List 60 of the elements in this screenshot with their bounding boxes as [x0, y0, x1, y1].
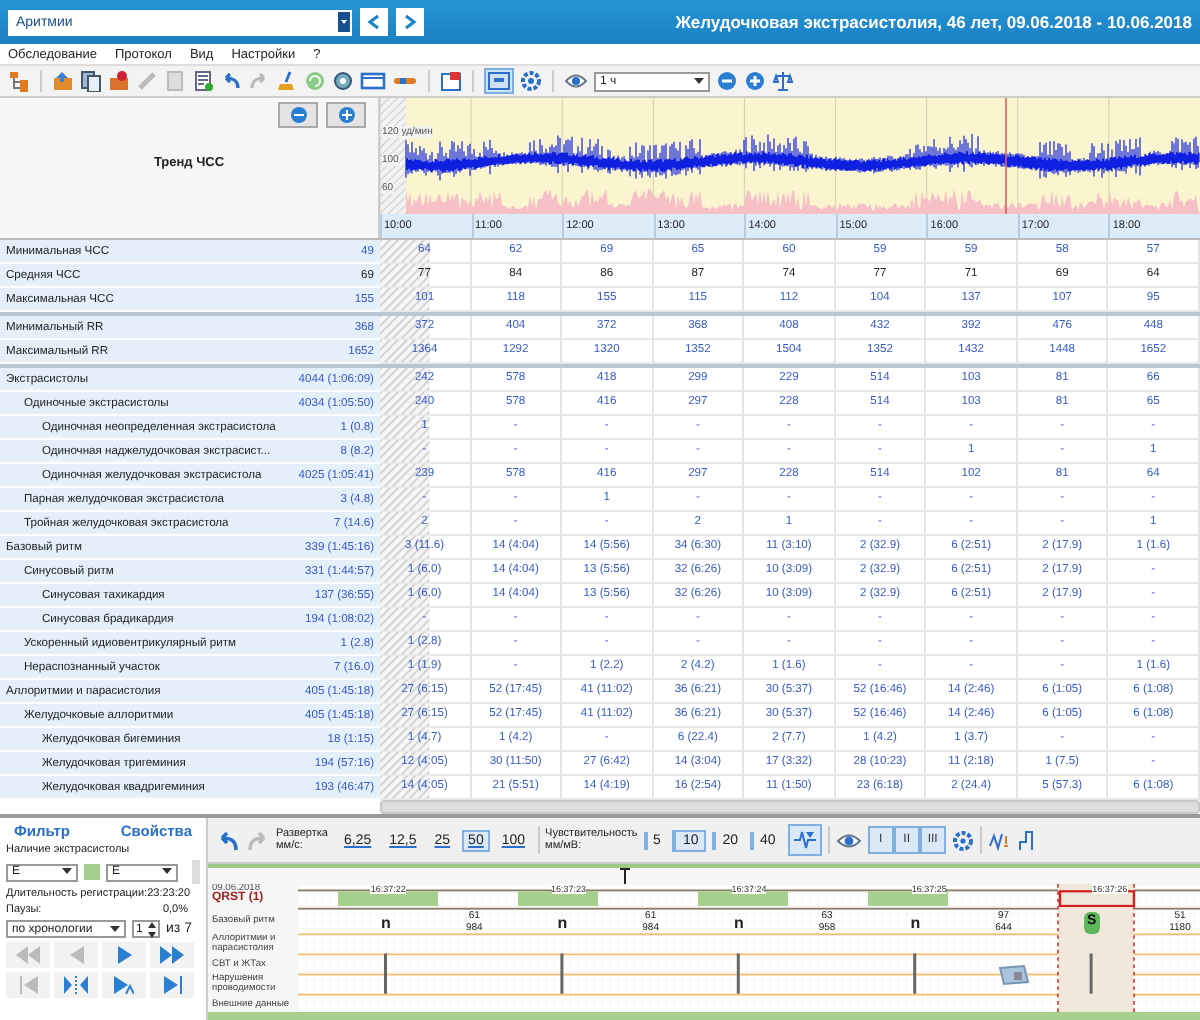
note-icon[interactable] [998, 964, 1030, 986]
gear-icon[interactable] [520, 70, 542, 92]
fit-button[interactable] [54, 972, 98, 998]
play-a-button[interactable] [102, 972, 146, 998]
caret-icon [694, 77, 704, 85]
fast-forward-icon [160, 946, 184, 964]
horizontal-scrollbar[interactable] [380, 800, 1200, 814]
fit-icon [64, 976, 88, 994]
export-icon[interactable] [52, 70, 74, 92]
report-icon[interactable] [192, 70, 214, 92]
skip-end-button[interactable] [150, 972, 194, 998]
window-icon[interactable] [360, 70, 386, 92]
hierarchy-icon[interactable] [8, 70, 30, 92]
window-icon [488, 72, 510, 90]
caret-icon [162, 868, 172, 876]
wave-filter-icon [793, 830, 816, 850]
zoom-in-icon[interactable] [744, 70, 766, 92]
color-swatch[interactable] [84, 864, 100, 880]
spin-arrows-icon [148, 921, 156, 937]
chevron-left-icon [366, 14, 382, 30]
window-icon[interactable] [440, 70, 462, 92]
skip-start-icon [19, 976, 37, 994]
caret-icon [62, 868, 72, 876]
chevron-right-icon [402, 14, 418, 30]
copy-icon[interactable] [80, 70, 102, 92]
beat-marker[interactable]: n [910, 914, 921, 934]
collapse-button[interactable] [278, 102, 318, 128]
caret-icon [110, 925, 120, 933]
undo-icon[interactable] [216, 829, 240, 851]
expand-button[interactable] [326, 102, 366, 128]
eye-icon[interactable] [835, 829, 862, 851]
double-left-arrow-icon [16, 946, 40, 964]
vertical-scrollbar[interactable] [192, 860, 200, 884]
skip-end-icon [163, 976, 181, 994]
filter-button[interactable] [787, 824, 822, 856]
beat-marker[interactable]: n [557, 914, 568, 934]
play-icon [114, 976, 134, 994]
plus-icon [337, 106, 355, 124]
window-title: Желудочковая экстрасистолия, 46 лет, 09.06.2018 - 10.06.2018 [675, 12, 1192, 32]
eye-icon[interactable] [564, 70, 588, 92]
screen-button[interactable] [484, 68, 514, 94]
wave-icon[interactable] [987, 829, 1012, 851]
cursor-marker[interactable] [620, 868, 630, 886]
undo-icon[interactable] [220, 70, 242, 92]
previous-button[interactable] [360, 8, 388, 36]
skip-start-button[interactable] [6, 972, 50, 998]
fast-forward-button[interactable] [150, 942, 194, 968]
gear-icon[interactable] [951, 829, 974, 851]
beat-marker[interactable]: n [381, 914, 391, 934]
play-button[interactable] [102, 942, 146, 968]
zoom-out-icon[interactable] [716, 70, 738, 92]
beat-marker[interactable]: n [733, 914, 744, 934]
caret-icon [338, 12, 350, 32]
broom-icon[interactable] [276, 70, 298, 92]
next-button[interactable] [396, 8, 424, 36]
horizontal-scrollbar[interactable] [208, 1012, 1200, 1020]
scales-icon[interactable] [772, 70, 794, 92]
left-arrow-icon [69, 946, 83, 964]
minus-icon [289, 106, 307, 124]
play-icon [117, 946, 131, 964]
